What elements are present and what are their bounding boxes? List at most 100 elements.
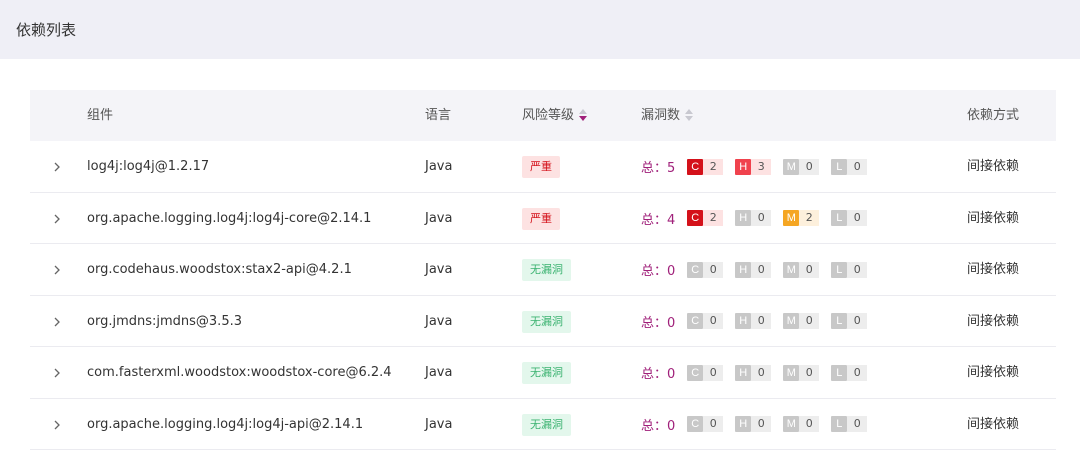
vuln-total: 总：5 (641, 161, 676, 176)
medium-letter: M (783, 158, 800, 175)
chevron-right-icon[interactable] (50, 315, 64, 329)
vuln-counts: 总：4 C2 H0 M2 L0 (641, 193, 879, 244)
table-row[interactable]: org.jmdns:jmdns@3.5.3 Java 无漏洞 总：0 C0 H0… (30, 296, 1056, 347)
low-count: 0 (847, 158, 868, 175)
medium-count: 0 (799, 313, 820, 329)
high-count-badge: H0 (735, 364, 772, 381)
risk-badge: 无漏洞 (522, 259, 571, 281)
component-name: log4j:log4j@1.2.17 (87, 159, 210, 174)
dependency-type: 间接依赖 (967, 313, 1020, 329)
column-header-risk-label: 风险等级 (522, 108, 575, 123)
vuln-total: 总：0 (641, 315, 676, 331)
column-header-component: 组件 (87, 108, 114, 123)
high-count-badge: H0 (735, 313, 772, 329)
dependency-type: 间接依赖 (967, 416, 1020, 432)
dependency-type: 间接依赖 (967, 210, 1020, 226)
chevron-right-icon[interactable] (50, 366, 64, 380)
vuln-counts: 总：0 C0 H0 M0 L0 (641, 296, 879, 347)
critical-count-badge: C0 (687, 416, 724, 432)
critical-count: 0 (703, 313, 724, 329)
medium-letter: M (783, 364, 800, 381)
critical-count: 0 (703, 261, 724, 278)
chevron-right-icon[interactable] (50, 212, 64, 226)
sort-icon[interactable] (579, 108, 589, 122)
medium-count: 0 (799, 261, 820, 278)
vuln-counts: 总：0 C0 H0 M0 L0 (641, 347, 879, 398)
low-letter: L (831, 416, 848, 432)
vuln-counts: 总：5 C2 H3 M0 L0 (641, 141, 879, 192)
high-letter: H (735, 313, 752, 329)
low-count: 0 (847, 261, 868, 278)
chevron-right-icon[interactable] (50, 418, 64, 432)
medium-count-badge: M0 (783, 158, 820, 175)
medium-count: 0 (799, 158, 820, 175)
critical-letter: C (687, 158, 704, 175)
language: Java (425, 416, 453, 432)
critical-count-badge: C2 (687, 210, 724, 226)
dependency-type: 间接依赖 (967, 159, 1020, 174)
medium-count-badge: M0 (783, 416, 820, 432)
dependency-type: 间接依赖 (967, 365, 1020, 380)
low-count-badge: L0 (831, 158, 868, 175)
table-row[interactable]: org.apache.logging.log4j:log4j-api@2.14.… (30, 399, 1056, 450)
medium-count-badge: M0 (783, 261, 820, 278)
high-count-badge: H0 (735, 210, 772, 226)
medium-count: 0 (799, 416, 820, 432)
high-count: 0 (751, 364, 772, 381)
vuln-total: 总：0 (641, 264, 676, 279)
vuln-total: 总：0 (641, 367, 676, 382)
column-header-vulns-label: 漏洞数 (641, 108, 681, 123)
risk-badge: 无漏洞 (522, 310, 571, 333)
language: Java (425, 365, 453, 380)
high-letter: H (735, 416, 752, 432)
component-name: org.apache.logging.log4j:log4j-core@2.14… (87, 210, 372, 226)
critical-letter: C (687, 416, 704, 432)
table-row[interactable]: org.codehaus.woodstox:stax2-api@4.2.1 Ja… (30, 244, 1056, 296)
medium-count: 2 (799, 210, 820, 226)
medium-letter: M (783, 210, 800, 226)
low-letter: L (831, 313, 848, 329)
medium-count-badge: M0 (783, 364, 820, 381)
high-count: 0 (751, 261, 772, 278)
column-header-risk[interactable]: 风险等级 (522, 90, 589, 141)
medium-count-badge: M0 (783, 313, 820, 329)
high-count: 0 (751, 210, 772, 226)
sort-icon[interactable] (685, 108, 695, 122)
medium-count: 0 (799, 364, 820, 381)
medium-count-badge: M2 (783, 210, 820, 226)
chevron-right-icon[interactable] (50, 263, 64, 277)
critical-count-badge: C0 (687, 364, 724, 381)
critical-count-badge: C2 (687, 158, 724, 175)
vuln-total: 总：4 (641, 212, 676, 228)
table-row[interactable]: org.apache.logging.log4j:log4j-core@2.14… (30, 193, 1056, 244)
dependency-table: 组件 语言 风险等级 漏洞数 依赖方式 log4j:log4j@1.2.17 J… (30, 90, 1056, 450)
language: Java (425, 313, 453, 329)
component-name: org.jmdns:jmdns@3.5.3 (87, 313, 242, 329)
column-header-vulns[interactable]: 漏洞数 (641, 90, 695, 141)
high-count-badge: H0 (735, 416, 772, 432)
low-count-badge: L0 (831, 364, 868, 381)
high-count: 0 (751, 313, 772, 329)
high-count: 0 (751, 416, 772, 432)
table-row[interactable]: log4j:log4j@1.2.17 Java 严重 总：5 C2 H3 M0 … (30, 141, 1056, 193)
high-letter: H (735, 158, 752, 175)
risk-badge: 严重 (522, 207, 560, 230)
low-count: 0 (847, 364, 868, 381)
critical-count: 2 (703, 210, 724, 226)
low-count-badge: L0 (831, 261, 868, 278)
critical-letter: C (687, 364, 704, 381)
medium-letter: M (783, 313, 800, 329)
table-row[interactable]: com.fasterxml.woodstox:woodstox-core@6.2… (30, 347, 1056, 399)
component-name: com.fasterxml.woodstox:woodstox-core@6.2… (87, 365, 392, 380)
vuln-total: 总：0 (641, 418, 676, 434)
chevron-right-icon[interactable] (50, 160, 64, 174)
critical-letter: C (687, 313, 704, 329)
critical-count-badge: C0 (687, 261, 724, 278)
page-header: 依赖列表 (0, 0, 1080, 59)
column-header-dep-type: 依赖方式 (967, 108, 1020, 123)
critical-count-badge: C0 (687, 313, 724, 329)
risk-badge: 无漏洞 (522, 413, 571, 436)
low-count: 0 (847, 416, 868, 432)
medium-letter: M (783, 261, 800, 278)
table-header: 组件 语言 风险等级 漏洞数 依赖方式 (30, 90, 1056, 141)
